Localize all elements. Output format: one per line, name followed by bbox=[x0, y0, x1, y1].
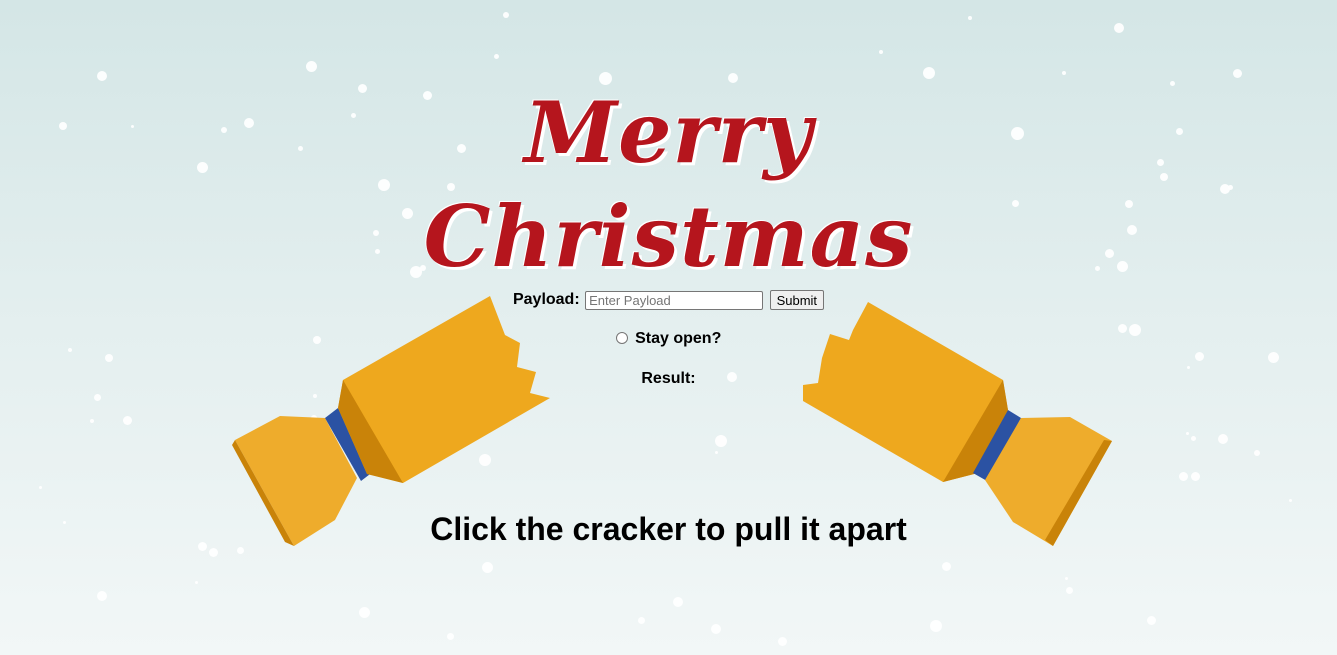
snowflake bbox=[97, 591, 107, 601]
snowflake bbox=[1062, 71, 1066, 75]
snowflake bbox=[1185, 431, 1189, 435]
snowflake bbox=[1190, 471, 1200, 481]
snowflake bbox=[90, 419, 94, 423]
submit-button[interactable]: Submit bbox=[769, 290, 825, 310]
snowflake bbox=[38, 485, 42, 489]
snowflake bbox=[715, 435, 727, 447]
snowflake bbox=[1186, 365, 1190, 369]
instruction-text: Click the cracker to pull it apart bbox=[430, 511, 907, 547]
snowflake bbox=[1114, 23, 1124, 33]
snowflake bbox=[879, 50, 883, 54]
snowflake bbox=[93, 393, 101, 401]
snowflake bbox=[1190, 435, 1196, 441]
snowflake bbox=[105, 354, 113, 362]
snowflake bbox=[777, 636, 787, 646]
stay-open-radio[interactable] bbox=[615, 332, 628, 344]
snowflake bbox=[208, 547, 218, 557]
snowflake bbox=[1254, 450, 1260, 456]
snowflake bbox=[714, 450, 718, 454]
result-label: Result: bbox=[641, 370, 696, 387]
title-merry: Merry bbox=[524, 83, 813, 182]
snowflake bbox=[1218, 434, 1228, 444]
snowflake bbox=[1232, 68, 1242, 78]
snowflake bbox=[930, 620, 942, 632]
snowflake bbox=[305, 60, 317, 72]
snowflake bbox=[637, 616, 645, 624]
payload-input[interactable] bbox=[585, 290, 764, 310]
snowflake bbox=[194, 580, 198, 584]
snowflake bbox=[503, 12, 509, 18]
title-christmas: Christmas bbox=[423, 187, 914, 286]
snowflake bbox=[481, 561, 493, 573]
snowflake bbox=[1194, 351, 1204, 361]
snowflake bbox=[446, 632, 454, 640]
payload-form: Payload: Submit bbox=[0, 290, 1337, 310]
snowflake bbox=[1146, 615, 1156, 625]
stay-open-label[interactable]: Stay open? bbox=[635, 330, 721, 347]
payload-label: Payload: bbox=[512, 291, 580, 308]
snowflake bbox=[493, 53, 499, 59]
snowflake bbox=[358, 606, 370, 618]
snowflake bbox=[1178, 471, 1188, 481]
snowflake bbox=[1065, 586, 1073, 594]
result-area: Result: bbox=[0, 370, 1337, 388]
snowflake bbox=[122, 415, 132, 425]
snowflake bbox=[968, 16, 972, 20]
snowflake bbox=[1064, 576, 1068, 580]
snowflake bbox=[1288, 498, 1292, 502]
stay-open-option: Stay open? bbox=[0, 330, 1337, 348]
snowflake bbox=[68, 348, 72, 352]
snowflake bbox=[673, 597, 683, 607]
snowflake bbox=[941, 561, 951, 571]
snowflake bbox=[711, 624, 721, 634]
snowflake bbox=[1267, 351, 1279, 363]
